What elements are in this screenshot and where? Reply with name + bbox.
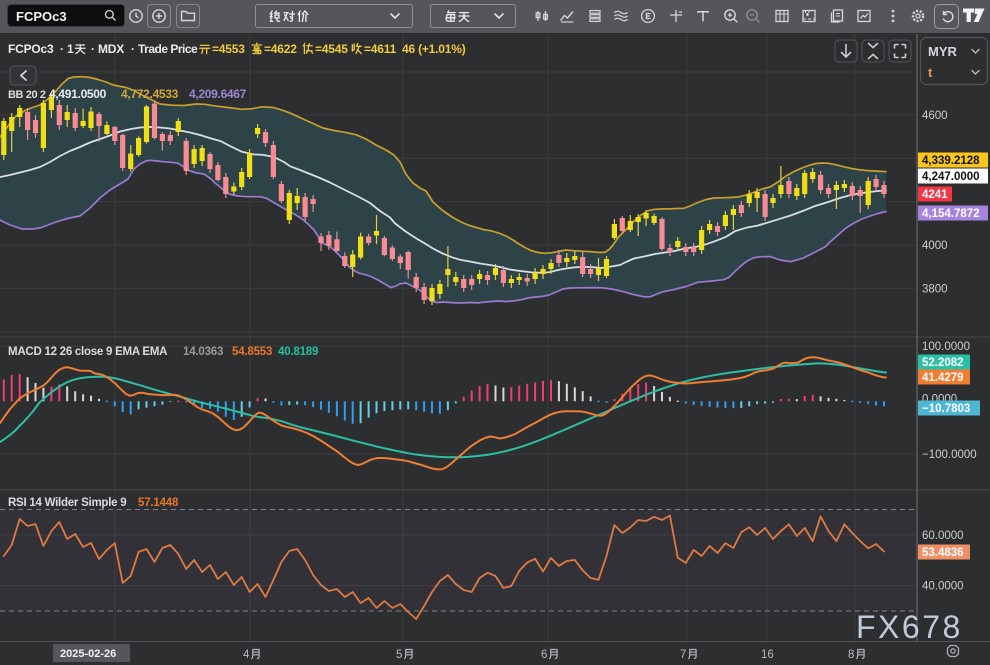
svg-text:·: · xyxy=(131,42,135,56)
svg-text:FX678: FX678 xyxy=(856,609,963,645)
svg-text:4,491.0500: 4,491.0500 xyxy=(49,87,107,101)
svg-text:BB 20 2: BB 20 2 xyxy=(8,89,46,101)
svg-text:=4545: =4545 xyxy=(315,42,348,56)
svg-text:−10.7803: −10.7803 xyxy=(922,403,970,415)
svg-text:8: 8 xyxy=(848,649,854,661)
svg-text:41.4279: 41.4279 xyxy=(922,372,964,384)
svg-text:16: 16 xyxy=(761,649,774,661)
svg-text:60.0000: 60.0000 xyxy=(922,530,964,542)
svg-text:2025-02-26: 2025-02-26 xyxy=(60,648,116,660)
svg-text:4600: 4600 xyxy=(922,110,948,122)
svg-text:4,154.7872: 4,154.7872 xyxy=(922,208,980,220)
svg-text:4: 4 xyxy=(243,649,250,661)
svg-text:4,339.2128: 4,339.2128 xyxy=(922,155,980,167)
svg-text:·: · xyxy=(91,42,95,56)
svg-text:FCPOc3: FCPOc3 xyxy=(8,42,54,56)
svg-text:−100.0000: −100.0000 xyxy=(922,449,977,461)
svg-text:=4611: =4611 xyxy=(364,42,397,56)
svg-text:14.0363: 14.0363 xyxy=(183,346,223,358)
svg-text:4,772.4533: 4,772.4533 xyxy=(121,87,179,101)
svg-text:46 (+1.01%): 46 (+1.01%) xyxy=(402,42,466,56)
svg-text:4,209.6467: 4,209.6467 xyxy=(189,87,247,101)
svg-text:·: · xyxy=(60,42,64,56)
svg-text:4,247.0000: 4,247.0000 xyxy=(922,171,980,183)
svg-text:57.1448: 57.1448 xyxy=(138,497,179,509)
svg-text:52.2082: 52.2082 xyxy=(922,357,964,369)
svg-text:7: 7 xyxy=(680,649,686,661)
svg-text:MDX: MDX xyxy=(98,42,124,56)
svg-text:40.0000: 40.0000 xyxy=(922,581,964,593)
svg-text:40.8189: 40.8189 xyxy=(278,346,318,358)
svg-text:4000: 4000 xyxy=(922,240,948,252)
svg-text:MACD 12 26 close 9 EMA EMA: MACD 12 26 close 9 EMA EMA xyxy=(8,346,167,358)
svg-text:100.0000: 100.0000 xyxy=(922,341,970,353)
svg-text:53.4836: 53.4836 xyxy=(922,547,964,559)
svg-text:5: 5 xyxy=(396,649,402,661)
svg-text:=4622: =4622 xyxy=(264,42,297,56)
svg-text:t: t xyxy=(928,65,933,80)
svg-text:Trade Price: Trade Price xyxy=(138,42,198,56)
svg-text:RSI 14 Wilder Simple 9: RSI 14 Wilder Simple 9 xyxy=(8,497,126,509)
svg-text:6: 6 xyxy=(541,649,547,661)
svg-text:MYR: MYR xyxy=(928,44,958,59)
svg-text:3800: 3800 xyxy=(922,283,948,295)
svg-text:1: 1 xyxy=(67,42,74,56)
svg-text:=4553: =4553 xyxy=(212,42,245,56)
svg-text:4241: 4241 xyxy=(922,189,948,201)
svg-text:54.8553: 54.8553 xyxy=(232,346,272,358)
